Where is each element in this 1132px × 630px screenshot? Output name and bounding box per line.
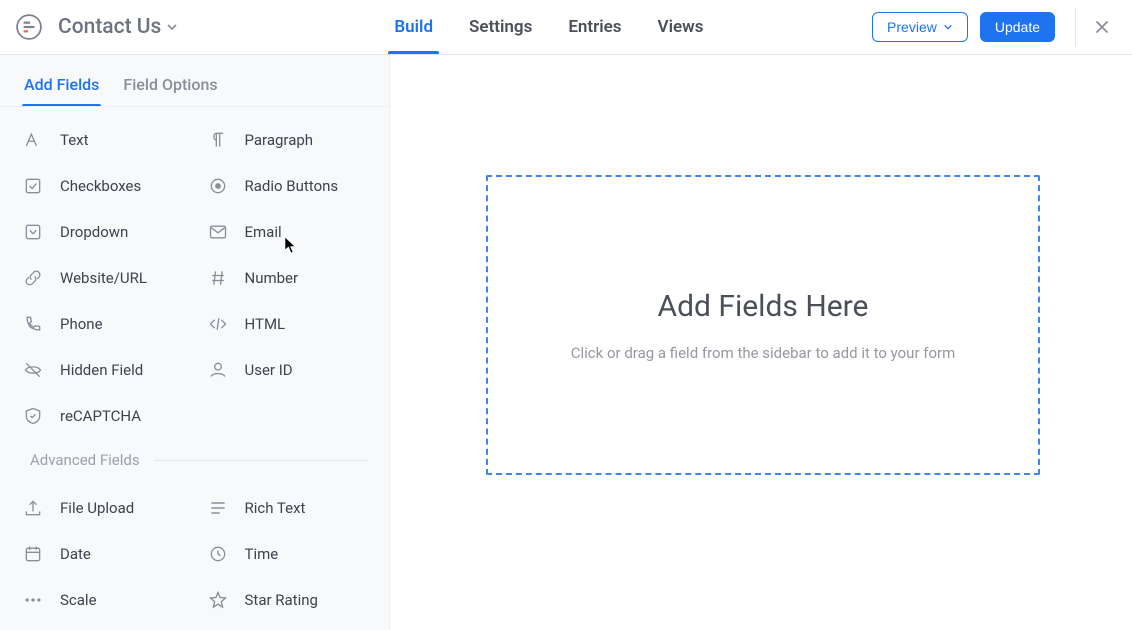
sidebar-tab-field-options[interactable]: Field Options	[121, 63, 219, 106]
field-scale[interactable]: Scale	[10, 577, 195, 623]
builder-canvas[interactable]: Add Fields Here Click or drag a field fr…	[390, 55, 1132, 630]
time-icon	[207, 543, 229, 565]
advanced-fields-label-text: Advanced Fields	[30, 451, 140, 469]
field-star-rating[interactable]: Star Rating	[195, 577, 380, 623]
field-checkboxes[interactable]: Checkboxes	[10, 163, 195, 209]
divider-line	[154, 460, 367, 461]
tab-build[interactable]: Build	[376, 0, 451, 54]
field-date[interactable]: Date	[10, 531, 195, 577]
topbar: Contact Us Build Settings Entries Views …	[0, 0, 1132, 55]
field-email[interactable]: Email	[195, 209, 380, 255]
star-icon	[207, 589, 229, 611]
field-label: Phone	[60, 315, 103, 333]
field-website-url[interactable]: Website/URL	[10, 255, 195, 301]
scale-icon	[22, 589, 44, 611]
field-label: reCAPTCHA	[60, 407, 141, 425]
sidebar-tab-add-fields-label: Add Fields	[24, 75, 99, 94]
caret-down-icon	[166, 15, 178, 39]
field-label: Checkboxes	[60, 177, 141, 195]
caret-down-icon	[943, 19, 953, 35]
form-title-dropdown[interactable]: Contact Us	[58, 15, 178, 39]
field-label: Number	[245, 269, 299, 287]
recaptcha-icon	[22, 405, 44, 427]
dropdown-icon	[22, 221, 44, 243]
field-time[interactable]: Time	[195, 531, 380, 577]
preview-button-label: Preview	[887, 19, 937, 35]
email-icon	[207, 221, 229, 243]
tab-build-label: Build	[394, 17, 433, 37]
field-label: User ID	[245, 361, 293, 379]
field-recaptcha[interactable]: reCAPTCHA	[10, 393, 195, 439]
field-label: Time	[245, 545, 279, 563]
hidden-icon	[22, 359, 44, 381]
preview-button[interactable]: Preview	[872, 12, 968, 42]
sidebar-tab-field-options-label: Field Options	[123, 75, 217, 94]
vertical-divider	[1075, 8, 1076, 46]
field-label: HTML	[245, 315, 286, 333]
tab-settings-label: Settings	[469, 17, 532, 37]
dropzone-title: Add Fields Here	[658, 289, 869, 324]
upload-icon	[22, 497, 44, 519]
richtext-icon	[207, 497, 229, 519]
field-label: Scale	[60, 591, 97, 609]
tab-views-label: Views	[658, 17, 704, 37]
url-icon	[22, 267, 44, 289]
dropzone[interactable]: Add Fields Here Click or drag a field fr…	[486, 175, 1040, 475]
advanced-fields-grid: File Upload Rich Text Date Time	[0, 475, 389, 629]
fields-scroll[interactable]: Text Paragraph Checkboxes Radio Buttons	[0, 107, 389, 630]
field-label: Radio Buttons	[245, 177, 339, 195]
field-radio-buttons[interactable]: Radio Buttons	[195, 163, 380, 209]
field-label: Date	[60, 545, 91, 563]
field-label: Dropdown	[60, 223, 128, 241]
field-label: Email	[245, 223, 282, 241]
update-button-label: Update	[995, 19, 1040, 35]
field-html[interactable]: HTML	[195, 301, 380, 347]
text-icon	[22, 129, 44, 151]
field-file-upload[interactable]: File Upload	[10, 485, 195, 531]
sidebar-tab-add-fields[interactable]: Add Fields	[22, 63, 101, 106]
paragraph-icon	[207, 129, 229, 151]
field-paragraph[interactable]: Paragraph	[195, 117, 380, 163]
sidebar-tabs: Add Fields Field Options	[0, 55, 389, 107]
user-icon	[207, 359, 229, 381]
field-label: File Upload	[60, 499, 134, 517]
field-hidden[interactable]: Hidden Field	[10, 347, 195, 393]
date-icon	[22, 543, 44, 565]
field-rich-text[interactable]: Rich Text	[195, 485, 380, 531]
dropzone-hint: Click or drag a field from the sidebar t…	[571, 344, 956, 362]
field-user-id[interactable]: User ID	[195, 347, 380, 393]
field-label: Rich Text	[245, 499, 306, 517]
field-label: Website/URL	[60, 269, 147, 287]
field-text[interactable]: Text	[10, 117, 195, 163]
tab-entries[interactable]: Entries	[550, 0, 639, 54]
radio-icon	[207, 175, 229, 197]
tab-settings[interactable]: Settings	[451, 0, 550, 54]
advanced-fields-label: Advanced Fields	[0, 445, 389, 475]
field-phone[interactable]: Phone	[10, 301, 195, 347]
field-label: Hidden Field	[60, 361, 143, 379]
form-title-text: Contact Us	[58, 15, 161, 39]
field-label: Star Rating	[245, 591, 318, 609]
field-label: Text	[60, 131, 89, 149]
top-actions: Preview Update	[872, 8, 1112, 46]
update-button[interactable]: Update	[980, 12, 1055, 42]
field-label: Paragraph	[245, 131, 314, 149]
tab-entries-label: Entries	[568, 17, 621, 37]
field-number[interactable]: Number	[195, 255, 380, 301]
basic-fields-grid: Text Paragraph Checkboxes Radio Buttons	[0, 107, 389, 445]
number-icon	[207, 267, 229, 289]
sidebar: Add Fields Field Options Text Paragraph	[0, 55, 390, 630]
checkbox-icon	[22, 175, 44, 197]
app-logo-icon	[16, 14, 42, 40]
main-tabs: Build Settings Entries Views	[376, 0, 721, 54]
tab-views[interactable]: Views	[640, 0, 722, 54]
html-icon	[207, 313, 229, 335]
close-button[interactable]	[1092, 17, 1112, 37]
phone-icon	[22, 313, 44, 335]
field-dropdown[interactable]: Dropdown	[10, 209, 195, 255]
